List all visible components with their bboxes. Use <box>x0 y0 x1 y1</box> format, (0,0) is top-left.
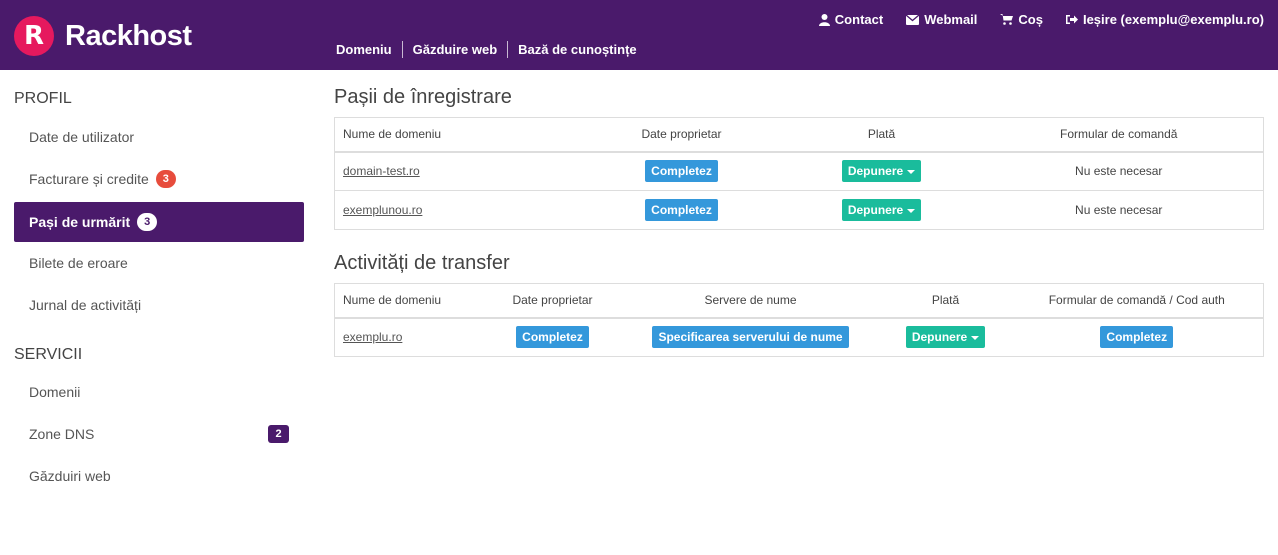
registration-title: Pașii de înregistrare <box>334 86 512 108</box>
col-domain: Nume de domeniu <box>334 117 575 153</box>
top-header: R Rackhost Contact Webmail Coș Ieșire (e… <box>0 0 1278 70</box>
billing-count-badge: 3 <box>155 170 176 188</box>
caret-down-icon <box>907 170 916 175</box>
caret-down-icon <box>971 336 980 341</box>
logout-link[interactable]: Ieșire (exemplu@exemplu.ro) <box>1065 12 1264 27</box>
main-navigation: Domeniu Găzduire web Bază de cunoștințe <box>336 41 647 58</box>
complete-auth-button[interactable]: Completez <box>1100 326 1174 349</box>
logo-text: Rackhost <box>65 19 192 52</box>
domain-link[interactable]: exemplu.ro <box>343 330 402 344</box>
col-nameservers: Servere de nume <box>620 283 881 319</box>
cart-link[interactable]: Coș <box>1000 12 1043 27</box>
col-payment: Plată <box>788 117 975 153</box>
sign-out-icon <box>1065 15 1078 24</box>
envelope-icon <box>906 14 920 25</box>
col-owner: Date proprietar <box>574 117 789 153</box>
nav-domains[interactable]: Domeniu <box>336 41 402 58</box>
complete-owner-button[interactable]: Completez <box>516 326 589 349</box>
table-row: exemplunou.ro Completez Depunere Nu este… <box>334 190 1264 230</box>
services-heading: SERVICII <box>14 346 83 363</box>
deposit-dropdown-button[interactable]: Depunere <box>841 160 922 183</box>
sidebar-item-dns-zones[interactable]: Zone DNS 2 <box>14 414 304 454</box>
contact-link[interactable]: Contact <box>818 12 883 27</box>
col-order-form: Formular de comandă <box>974 117 1264 153</box>
col-owner: Date proprietar <box>484 283 621 319</box>
domain-link[interactable]: domain-test.ro <box>343 164 420 178</box>
sidebar-item-user-data[interactable]: Date de utilizator <box>14 117 304 157</box>
deposit-dropdown-button[interactable]: Depunere <box>905 326 986 349</box>
table-row: exemplu.ro Completez Specificarea server… <box>334 317 1264 357</box>
registration-table: Nume de domeniu Date proprietar Plată Fo… <box>334 117 1264 230</box>
col-domain: Nume de domeniu <box>334 283 485 319</box>
user-icon <box>818 13 830 26</box>
order-form-status: Nu este necesar <box>974 151 1264 191</box>
dns-count-badge: 2 <box>268 425 289 443</box>
table-row: domain-test.ro Completez Depunere Nu est… <box>334 151 1264 191</box>
nav-knowledge-base[interactable]: Bază de cunoștințe <box>507 41 646 58</box>
sidebar-item-billing[interactable]: Facturare și credite 3 <box>14 159 304 199</box>
domain-link[interactable]: exemplunou.ro <box>343 203 422 217</box>
steps-count-badge: 3 <box>137 213 158 231</box>
order-form-status: Nu este necesar <box>974 190 1264 230</box>
sidebar-item-web-hostings[interactable]: Găzduiri web <box>14 456 304 496</box>
top-navigation: Contact Webmail Coș Ieșire (exemplu@exem… <box>818 12 1264 27</box>
specify-nameserver-button[interactable]: Specificarea serverului de nume <box>652 326 849 349</box>
table-header-row: Nume de domeniu Date proprietar Plată Fo… <box>334 117 1264 153</box>
table-header-row: Nume de domeniu Date proprietar Servere … <box>334 283 1264 319</box>
sidebar-item-steps[interactable]: Pași de urmărit 3 <box>14 202 304 242</box>
complete-owner-button[interactable]: Completez <box>645 160 718 183</box>
sidebar-item-activity-log[interactable]: Jurnal de activități <box>14 285 304 325</box>
sidebar-item-domains[interactable]: Domenii <box>14 372 304 412</box>
complete-owner-button[interactable]: Completez <box>645 199 718 221</box>
cart-icon <box>1000 14 1014 25</box>
col-order-auth: Formular de comandă / Cod auth <box>1010 283 1264 319</box>
caret-down-icon <box>907 208 916 213</box>
nav-web-hosting[interactable]: Găzduire web <box>401 41 508 58</box>
webmail-link[interactable]: Webmail <box>906 12 977 27</box>
logo-mark: R <box>14 16 54 56</box>
brand-logo[interactable]: R Rackhost <box>14 16 192 56</box>
transfer-title: Activități de transfer <box>334 252 510 274</box>
profile-heading: PROFIL <box>14 90 72 107</box>
sidebar-item-error-tickets[interactable]: Bilete de eroare <box>14 243 304 283</box>
col-payment: Plată <box>880 283 1011 319</box>
transfer-table: Nume de domeniu Date proprietar Servere … <box>334 283 1264 357</box>
deposit-dropdown-button[interactable]: Depunere <box>841 199 922 221</box>
